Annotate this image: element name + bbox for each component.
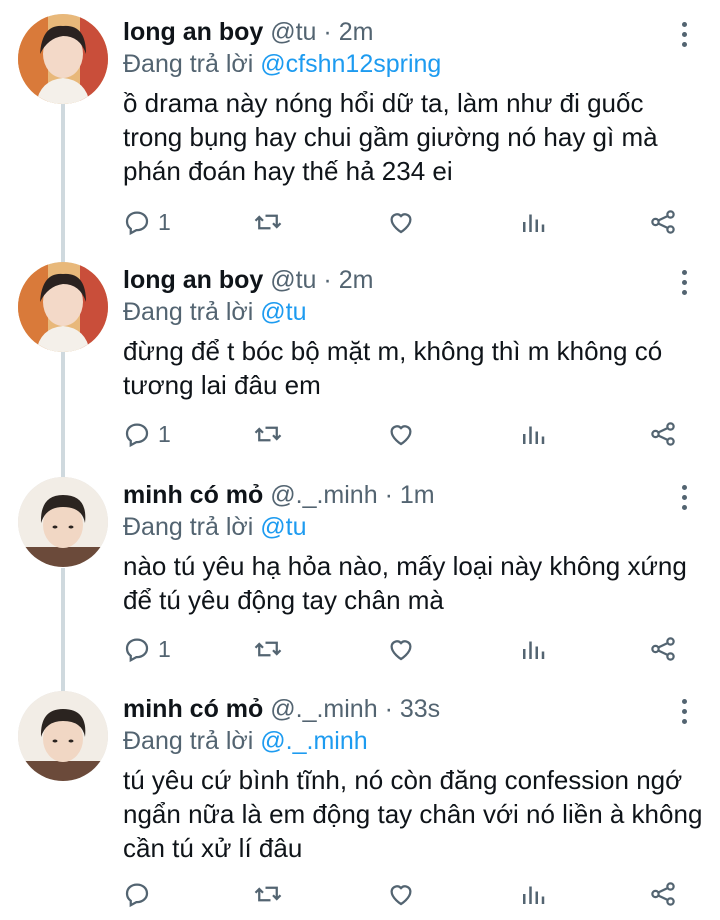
- replying-to-label: Đang trả lời: [123, 298, 254, 326]
- reply-icon: [125, 883, 149, 908]
- action-bar: 1: [0, 414, 720, 454]
- views-button[interactable]: [518, 202, 548, 242]
- retweet-button[interactable]: [253, 629, 283, 669]
- mention-link[interactable]: @._.minh: [260, 727, 367, 755]
- tweet-header: long an boy @tu · 2m: [123, 14, 373, 50]
- more-icon[interactable]: [682, 485, 688, 511]
- share-icon: [651, 210, 675, 234]
- action-bar: 1: [0, 629, 720, 669]
- like-button[interactable]: [386, 414, 416, 454]
- share-button[interactable]: [648, 202, 678, 242]
- tweet[interactable]: minh có mỏ @._.minh · 33s Đang trả lời @…: [0, 691, 720, 920]
- separator-dot: ·: [384, 695, 393, 723]
- avatar[interactable]: [18, 477, 108, 567]
- reply-icon: [125, 638, 149, 663]
- like-icon: [390, 425, 412, 446]
- views-icon: [523, 641, 545, 659]
- separator-dot: ·: [323, 266, 332, 294]
- tweet-header: long an boy @tu · 2m: [123, 262, 373, 298]
- tweet-header: minh có mỏ @._.minh · 1m: [123, 477, 435, 513]
- like-icon: [390, 885, 412, 906]
- tweet-header: minh có mỏ @._.minh · 33s: [123, 691, 440, 727]
- display-name[interactable]: minh có mỏ: [123, 481, 263, 509]
- views-button[interactable]: [518, 629, 548, 669]
- tweet-text: tú yêu cứ bình tĩnh, nó còn đăng confess…: [123, 765, 703, 863]
- mention-link[interactable]: @cfshn12spring: [260, 50, 441, 78]
- replying-to: Đang trả lời @cfshn12spring: [123, 46, 441, 82]
- reply-icon: [125, 423, 149, 448]
- reply-count: 1: [158, 635, 171, 662]
- replying-to: Đang trả lời @tu: [123, 509, 307, 545]
- like-button[interactable]: [386, 629, 416, 669]
- display-name[interactable]: minh có mỏ: [123, 695, 263, 723]
- like-button[interactable]: [386, 874, 416, 914]
- reply-count: 1: [158, 420, 171, 447]
- retweet-icon: [254, 214, 282, 230]
- tweet-text: nào tú yêu hạ hỏa nào, mấy loại này khôn…: [123, 551, 687, 615]
- action-bar: [0, 874, 720, 914]
- username[interactable]: @._.minh: [270, 481, 377, 509]
- views-icon: [523, 426, 545, 444]
- timestamp[interactable]: 2m: [339, 18, 374, 46]
- replying-to-label: Đang trả lời: [123, 50, 254, 78]
- replying-to-label: Đang trả lời: [123, 727, 254, 755]
- tweet-text: ồ drama này nóng hổi dữ ta, làm như đi g…: [123, 88, 658, 186]
- mention-link[interactable]: @tu: [260, 298, 306, 326]
- reply-button[interactable]: 1: [122, 629, 171, 669]
- reply-button[interactable]: [122, 874, 158, 914]
- views-icon: [523, 886, 545, 904]
- reply-icon: [125, 211, 149, 236]
- more-icon[interactable]: [682, 22, 688, 48]
- timestamp[interactable]: 1m: [400, 481, 435, 509]
- mention-link[interactable]: @tu: [260, 513, 306, 541]
- username[interactable]: @._.minh: [270, 695, 377, 723]
- display-name[interactable]: long an boy: [123, 266, 263, 294]
- views-button[interactable]: [518, 414, 548, 454]
- username[interactable]: @tu: [270, 266, 316, 294]
- share-icon: [651, 882, 675, 906]
- like-icon: [390, 640, 412, 661]
- retweet-button[interactable]: [253, 414, 283, 454]
- avatar[interactable]: [18, 14, 108, 104]
- share-button[interactable]: [648, 414, 678, 454]
- views-icon: [523, 214, 545, 232]
- timestamp[interactable]: 2m: [339, 266, 374, 294]
- retweet-icon: [254, 426, 282, 442]
- tweet[interactable]: long an boy @tu · 2m Đang trả lời @tu đừ…: [0, 262, 720, 466]
- share-icon: [651, 637, 675, 661]
- replying-to-label: Đang trả lời: [123, 513, 254, 541]
- like-icon: [390, 213, 412, 234]
- retweet-icon: [254, 886, 282, 902]
- reply-button[interactable]: 1: [122, 202, 171, 242]
- share-button[interactable]: [648, 629, 678, 669]
- avatar[interactable]: [18, 262, 108, 352]
- reply-button[interactable]: 1: [122, 414, 171, 454]
- retweet-icon: [254, 641, 282, 657]
- username[interactable]: @tu: [270, 18, 316, 46]
- retweet-button[interactable]: [253, 874, 283, 914]
- separator-dot: ·: [384, 481, 393, 509]
- tweet[interactable]: minh có mỏ @._.minh · 1m Đang trả lời @t…: [0, 477, 720, 681]
- action-bar: 1: [0, 202, 720, 242]
- retweet-button[interactable]: [253, 202, 283, 242]
- separator-dot: ·: [323, 18, 332, 46]
- more-icon[interactable]: [682, 270, 688, 296]
- tweet-text: đừng để t bóc bộ mặt m, không thì m khôn…: [123, 336, 663, 400]
- display-name[interactable]: long an boy: [123, 18, 263, 46]
- share-icon: [651, 422, 675, 446]
- reply-count: 1: [158, 208, 171, 235]
- tweet[interactable]: long an boy @tu · 2m Đang trả lời @cfshn…: [0, 14, 720, 250]
- replying-to: Đang trả lời @tu: [123, 294, 307, 330]
- more-icon[interactable]: [682, 699, 688, 725]
- share-button[interactable]: [648, 874, 678, 914]
- views-button[interactable]: [518, 874, 548, 914]
- replying-to: Đang trả lời @._.minh: [123, 723, 368, 759]
- timestamp[interactable]: 33s: [400, 695, 440, 723]
- avatar[interactable]: [18, 691, 108, 781]
- like-button[interactable]: [386, 202, 416, 242]
